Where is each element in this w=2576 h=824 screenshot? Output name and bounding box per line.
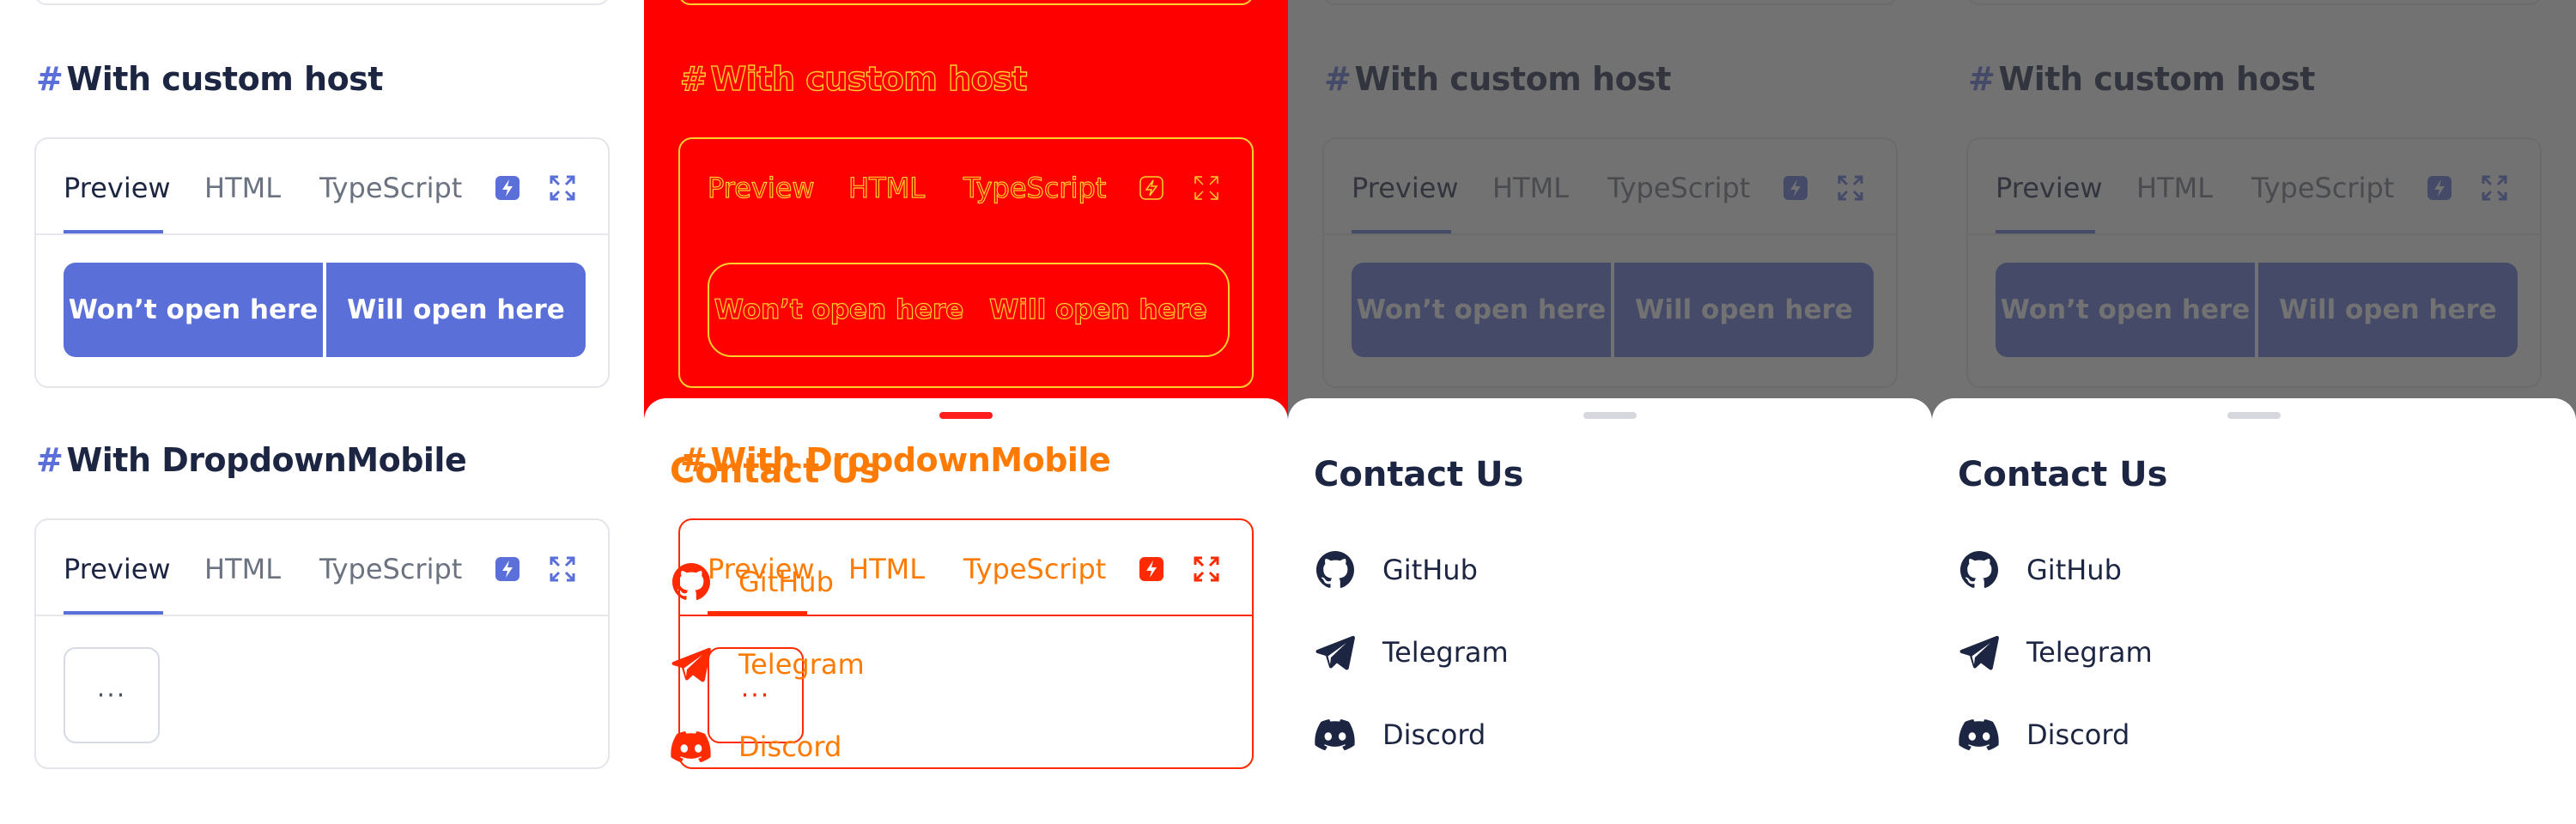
button-group: Won’t open here Will open here	[64, 263, 586, 357]
panel-debug-outline: # With custom host Preview HTML TypeScrip…	[644, 0, 1288, 824]
sheet-item-github[interactable]: GitHub	[670, 558, 834, 606]
wont-open-button[interactable]: Won’t open here	[64, 263, 323, 357]
sheet-item-discord[interactable]: Discord	[670, 723, 841, 771]
sheet-item-telegram[interactable]: Telegram	[1314, 628, 1509, 676]
expand-icon[interactable]	[550, 556, 575, 582]
tab-html[interactable]: HTML	[848, 171, 925, 204]
debug-overlay-layer: # With DropdownMobile Preview HTML TypeSc…	[644, 398, 1288, 824]
tab-preview[interactable]: Preview	[64, 553, 171, 585]
telegram-icon	[1315, 635, 1355, 670]
demo-tabs: Preview HTML TypeScript	[36, 139, 608, 235]
sheet-handle[interactable]	[1583, 412, 1637, 419]
sheet-item-label: GitHub	[1382, 554, 1478, 586]
active-tab-underline	[64, 611, 163, 615]
tab-html[interactable]: HTML	[204, 172, 281, 204]
tab-html[interactable]: HTML	[204, 553, 281, 585]
github-icon	[1316, 551, 1354, 588]
expand-icon[interactable]	[550, 175, 575, 201]
demo-card-custom-host: Preview HTML TypeScript Won’t open here …	[678, 137, 1254, 388]
section-title-dropdown-mobile: # With DropdownMobile	[36, 441, 467, 479]
stackblitz-icon[interactable]	[1139, 556, 1164, 582]
sheet-item-telegram[interactable]: Telegram	[1958, 628, 2153, 676]
more-button[interactable]: ···	[64, 647, 160, 743]
anchor-hash[interactable]: #	[36, 60, 64, 98]
tab-html[interactable]: HTML	[848, 553, 925, 585]
section-title-custom-host: #With custom host	[36, 60, 383, 98]
expand-icon[interactable]	[1194, 175, 1219, 201]
active-tab-underline	[708, 611, 807, 615]
expand-icon[interactable]	[1194, 556, 1219, 582]
demo-tabs: Preview HTML TypeScript	[36, 520, 608, 616]
sheet-item-label: Discord	[1382, 718, 1486, 751]
sheet-item-discord[interactable]: Discord	[1958, 711, 2129, 759]
section-title-custom-host: #With custom host	[679, 59, 1028, 98]
tab-typescript[interactable]: TypeScript	[319, 172, 462, 204]
demo-card-dropdown-mobile: Preview HTML TypeScript ···	[34, 518, 610, 769]
sheet-handle[interactable]	[2227, 412, 2281, 419]
tab-preview[interactable]: Preview	[64, 172, 171, 204]
discord-icon	[1315, 719, 1355, 751]
telegram-icon	[671, 647, 711, 682]
tab-typescript[interactable]: TypeScript	[963, 553, 1106, 585]
stackblitz-icon[interactable]	[1139, 175, 1164, 201]
contact-sheet: Contact Us GitHub Telegram Discord	[1288, 398, 1932, 824]
contact-sheet: Contact Us GitHub Telegram Discord	[1932, 398, 2576, 824]
tab-typescript[interactable]: TypeScript	[963, 171, 1107, 204]
discord-icon	[1959, 719, 1999, 751]
tab-typescript[interactable]: TypeScript	[319, 553, 462, 585]
button-group: Won’t open here Will open here	[708, 263, 1230, 357]
sheet-item-label: Discord	[738, 730, 842, 763]
sheet-item-label: Telegram	[2026, 636, 2153, 669]
sheet-item-discord[interactable]: Discord	[1314, 711, 1485, 759]
anchor-hash[interactable]: #	[36, 441, 64, 479]
sheet-item-label: Telegram	[1382, 636, 1509, 669]
sheet-item-github[interactable]: GitHub	[1314, 546, 1478, 594]
stackblitz-icon[interactable]	[495, 175, 520, 201]
wont-open-button[interactable]: Won’t open here	[709, 264, 969, 355]
demo-card-custom-host: Preview HTML TypeScript Won’t open here …	[34, 137, 610, 388]
will-open-button[interactable]: Will open here	[969, 264, 1228, 355]
panel-default: # With custom host Preview HTML TypeScrip…	[0, 0, 644, 824]
previous-demo-card	[678, 0, 1254, 5]
sheet-title: Contact Us	[670, 451, 880, 491]
panel-sheet-open-b: #With custom host Preview HTML TypeScrip…	[1932, 0, 2576, 824]
sheet-item-label: GitHub	[738, 566, 834, 598]
sheet-title: Contact Us	[1958, 455, 2168, 494]
sheet-item-label: Telegram	[738, 648, 865, 681]
previous-demo-card	[34, 0, 610, 5]
discord-icon	[671, 731, 711, 763]
demo-tabs: Preview HTML TypeScript	[680, 139, 1252, 235]
github-icon	[672, 563, 710, 600]
sheet-title: Contact Us	[1314, 455, 1524, 494]
sheet-item-label: GitHub	[2026, 554, 2122, 586]
sheet-item-github[interactable]: GitHub	[1958, 546, 2122, 594]
will-open-button[interactable]: Will open here	[323, 263, 586, 357]
panel-sheet-open-a: #With custom host Preview HTML TypeScrip…	[1288, 0, 1932, 824]
stackblitz-icon[interactable]	[495, 556, 520, 582]
telegram-icon	[1959, 635, 1999, 670]
sheet-item-telegram[interactable]: Telegram	[670, 640, 865, 688]
tab-preview[interactable]: Preview	[707, 171, 815, 204]
sheet-item-label: Discord	[2026, 718, 2130, 751]
github-icon	[1960, 551, 1998, 588]
active-tab-underline	[64, 230, 163, 233]
